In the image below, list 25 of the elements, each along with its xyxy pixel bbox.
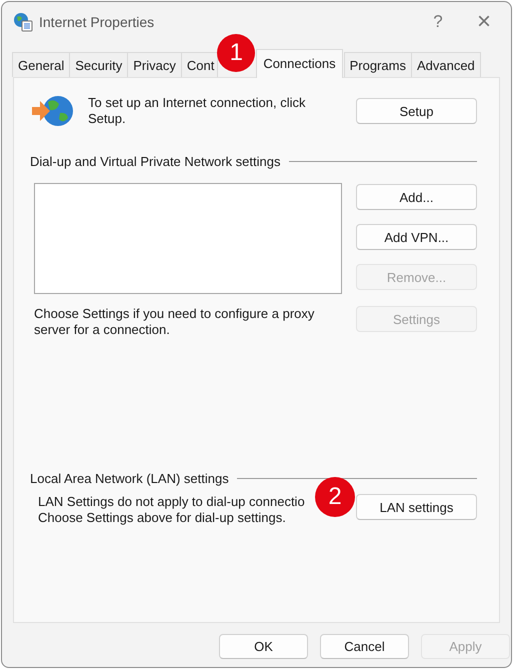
dialog-button[interactable]: Add... (356, 184, 477, 210)
dialog-button[interactable]: OK (219, 634, 308, 659)
group-heading: Local Area Network (LAN) settings (30, 471, 230, 486)
tab[interactable]: Connections (256, 49, 343, 78)
dialog-button[interactable]: Cancel (320, 634, 409, 659)
globe-icon (13, 12, 33, 32)
group-heading: Dial-up and Virtual Private Network settings (30, 154, 282, 169)
connections-list[interactable] (34, 183, 342, 294)
close-button[interactable]: × (461, 8, 507, 36)
proxy-instruction: Choose Settings if you need to configure a proxy server for a connection. (34, 306, 316, 338)
window-title: Internet Properties (39, 14, 156, 30)
step-marker: 1 (217, 34, 256, 72)
tab[interactable]: General (12, 52, 70, 77)
lan-settings-button[interactable]: LAN settings (356, 494, 477, 520)
globe-with-arrow-icon (30, 94, 76, 128)
setup-instruction: To set up an Internet connection, click Setup. (88, 95, 307, 127)
help-button[interactable]: ? (415, 12, 461, 32)
setup-button[interactable]: Setup (356, 98, 477, 124)
lan-note: Choose Settings above for dial-up settings. (38, 510, 287, 526)
tab[interactable]: Cont (180, 52, 218, 77)
tab[interactable]: Advanced (410, 52, 481, 77)
lan-note: LAN Settings do not apply to dial-up connectio (38, 494, 305, 510)
dialog-button[interactable]: Add VPN... (356, 224, 477, 250)
tab[interactable]: Programs (344, 52, 412, 77)
step-marker: 2 (315, 477, 355, 517)
